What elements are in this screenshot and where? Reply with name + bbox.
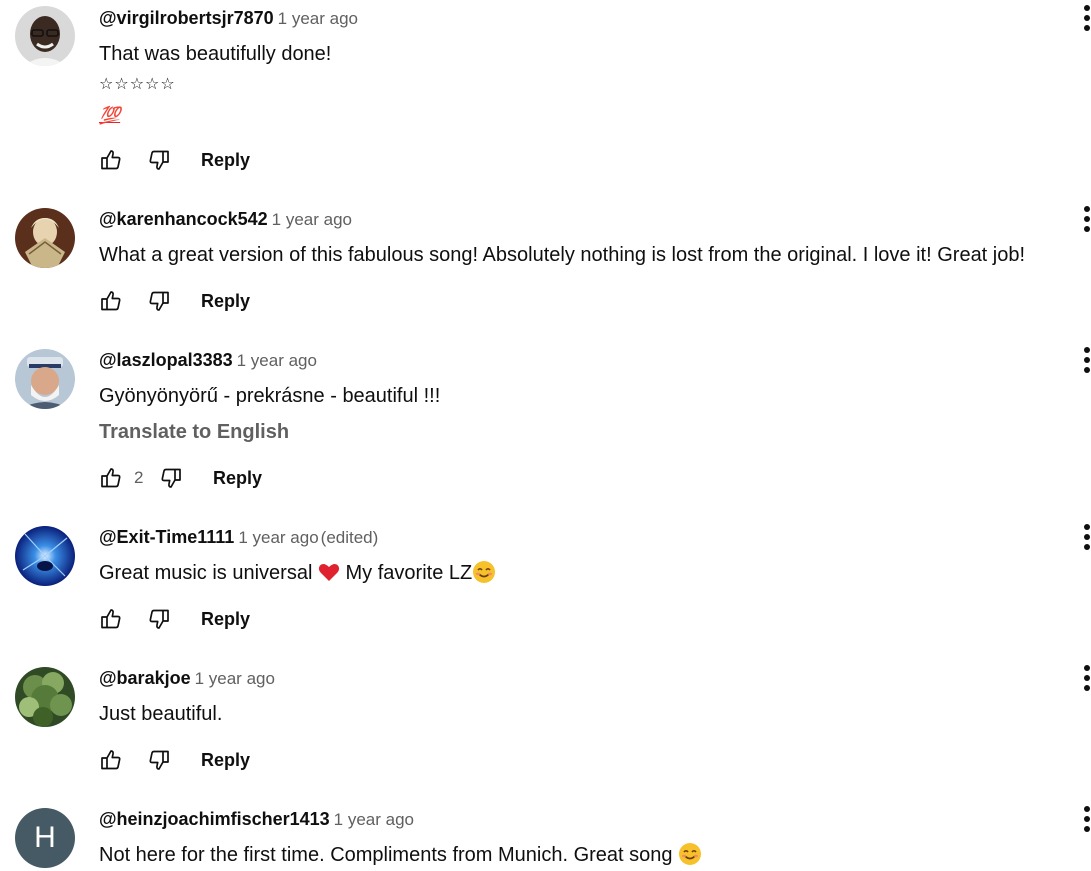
thumb-down-icon [149,150,169,170]
more-actions-button[interactable] [1079,662,1091,698]
thumb-down-icon [149,291,169,311]
comment-toolbar: Reply [99,285,250,317]
like-button[interactable] [99,607,123,631]
more-vert-icon [1084,806,1090,832]
more-actions-button[interactable] [1079,203,1091,239]
heart-emoji-icon [318,564,340,581]
thumb-down-icon [161,468,181,488]
like-button[interactable] [99,289,123,313]
comment-text: What a great version of this fabulous so… [99,244,1026,266]
avatar[interactable] [15,667,75,727]
comment-text: Great music is universal My favorite LZ [99,558,496,588]
reply-button[interactable]: Reply [201,150,250,171]
reply-button[interactable]: Reply [201,609,250,630]
more-actions-button[interactable] [1079,521,1091,557]
comment-toolbar: Reply [99,744,250,776]
avatar[interactable] [15,6,75,66]
dislike-button[interactable] [147,289,171,313]
comment-toolbar: Reply [99,603,250,635]
comment-emoji-line: 💯 [99,100,120,131]
author-name[interactable]: @virgilrobertsjr7870 [99,8,274,28]
author-name[interactable]: @heinzjoachimfischer1413 [99,809,330,829]
more-vert-icon [1084,5,1090,31]
thumb-down-icon [149,750,169,770]
comment-time[interactable]: 1 year ago [334,810,414,829]
avatar[interactable] [15,526,75,586]
smile-emoji-icon [473,561,496,583]
thumb-up-icon [101,150,121,170]
reply-button[interactable]: Reply [213,468,262,489]
like-count: 2 [134,468,144,487]
thumb-up-icon [101,291,121,311]
comment-text-part: My favorite LZ [339,562,473,584]
comment-header: @virgilrobertsjr7870 1 year ago [99,8,358,32]
comment-header: @laszlopal3383 1 year ago [99,350,317,374]
more-vert-icon [1084,665,1090,691]
comment-stars: ☆☆☆☆☆ [99,76,176,93]
comment-time[interactable]: 1 year ago [237,351,317,370]
comment-text: Not here for the first time. Compliments… [99,840,702,870]
comment-header: @Exit-Time1111 1 year ago (edited) [99,527,378,551]
dislike-button[interactable] [147,148,171,172]
thumb-up-icon [101,468,121,488]
comment-toolbar: Reply [99,144,250,176]
avatar[interactable]: H [15,808,75,868]
author-name[interactable]: @karenhancock542 [99,209,268,229]
thumb-down-icon [149,609,169,629]
like-button[interactable] [99,466,123,490]
thumb-up-icon [101,750,121,770]
like-button[interactable] [99,148,123,172]
comment-time[interactable]: 1 year ago [278,9,358,28]
comment-time[interactable]: 1 year ago [238,528,318,547]
comment-text: Just beautiful. [99,703,223,725]
smile-emoji-icon [679,843,702,865]
more-vert-icon [1084,524,1090,550]
comment-text: Gyönyönyörű - prekrásne - beautiful !!! [99,385,441,407]
comment-header: @karenhancock542 1 year ago [99,209,352,233]
dislike-button[interactable] [159,466,183,490]
comment-header: @barakjoe 1 year ago [99,668,275,692]
comment-text-part: Not here for the first time. Compliments… [99,844,679,866]
reply-button[interactable]: Reply [201,750,250,771]
author-name[interactable]: @barakjoe [99,668,191,688]
more-actions-button[interactable] [1079,803,1091,839]
more-actions-button[interactable] [1079,344,1091,380]
comment-text-part: Great music is universal [99,562,318,584]
comment-toolbar: 2 Reply [99,462,262,494]
comment-time[interactable]: 1 year ago [272,210,352,229]
comment-header: @heinzjoachimfischer1413 1 year ago [99,809,414,833]
dislike-button[interactable] [147,607,171,631]
reply-button[interactable]: Reply [201,291,250,312]
dislike-button[interactable] [147,748,171,772]
hundred-emoji: 💯 [99,106,121,125]
edited-label: (edited) [320,528,379,547]
thumb-up-icon [101,609,121,629]
author-name[interactable]: @Exit-Time1111 [99,527,234,547]
avatar[interactable] [15,208,75,268]
more-vert-icon [1084,206,1090,232]
author-name[interactable]: @laszlopal3383 [99,350,233,370]
like-button[interactable] [99,748,123,772]
more-vert-icon [1084,347,1090,373]
translate-link[interactable]: Translate to English [99,421,289,444]
avatar[interactable] [15,349,75,409]
comment-time[interactable]: 1 year ago [195,669,275,688]
comment-text: That was beautifully done! [99,43,332,65]
more-actions-button[interactable] [1079,2,1091,38]
